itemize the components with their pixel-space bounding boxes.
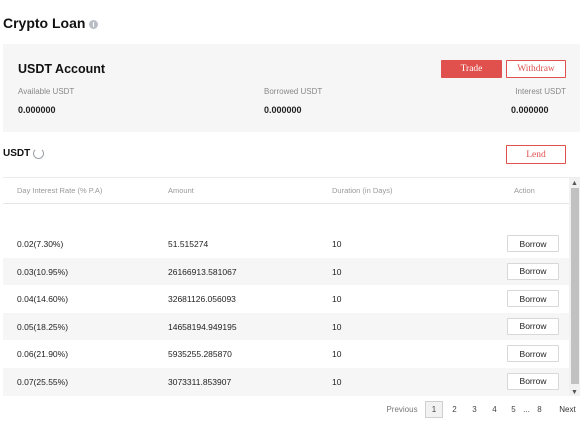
- currency-label: USDT: [3, 148, 31, 159]
- column-header-rate: Day Interest Rate (% P.A): [17, 186, 103, 195]
- info-icon[interactable]: [89, 19, 99, 29]
- table-row: 0.07(25.55%) 3073311.853907 10 Borrow: [3, 367, 569, 396]
- pagination-ellipsis: ...: [523, 405, 530, 414]
- amount-cell: 14658194.949195: [168, 321, 237, 332]
- rate-cell: 0.04(14.60%): [17, 294, 69, 305]
- page-title-text: Crypto Loan: [3, 15, 86, 31]
- amount-cell: 26166913.581067: [168, 266, 237, 277]
- account-title: USDT Account: [18, 62, 106, 76]
- table-header: Day Interest Rate (% P.A) Amount Duratio…: [3, 178, 569, 204]
- scroll-up-arrow-icon[interactable]: ▲: [569, 178, 580, 188]
- pagination-page-5[interactable]: 5: [507, 401, 520, 418]
- duration-cell: 10: [332, 376, 342, 387]
- withdraw-button[interactable]: Withdraw: [506, 60, 566, 78]
- amount-cell: 5935255.285870: [168, 349, 232, 360]
- borrow-button[interactable]: Borrow: [507, 317, 559, 335]
- loan-table: Day Interest Rate (% P.A) Amount Duratio…: [3, 177, 580, 396]
- amount-cell: 51.515274: [168, 239, 209, 249]
- pagination-previous[interactable]: Previous: [384, 401, 420, 418]
- borrow-button[interactable]: Borrow: [507, 372, 559, 390]
- rate-cell: 0.05(18.25%): [17, 321, 69, 332]
- rate-cell: 0.02(7.30%): [17, 239, 64, 249]
- available-usdt-label: Available USDT: [18, 87, 75, 96]
- column-header-action: Action: [514, 186, 535, 195]
- table-row: 0.06(21.90%) 5935255.285870 10 Borrow: [3, 340, 569, 368]
- pagination-page-4[interactable]: 4: [488, 401, 501, 418]
- available-usdt-value: 0.000000: [18, 105, 56, 115]
- rate-cell: 0.07(25.55%): [17, 376, 69, 387]
- table-row: 0.02(7.30%) 51.515274 10 Borrow: [3, 230, 569, 258]
- duration-cell: 10: [332, 239, 342, 249]
- amount-cell: 3073311.853907: [168, 376, 232, 387]
- borrow-button[interactable]: Borrow: [507, 235, 559, 252]
- pagination-page-8[interactable]: 8: [533, 401, 546, 418]
- table-body: 0.02(7.30%) 51.515274 10 Borrow 0.03(10.…: [3, 230, 569, 396]
- rate-cell: 0.03(10.95%): [17, 266, 69, 277]
- borrowed-usdt-value: 0.000000: [264, 105, 302, 115]
- column-header-amount: Amount: [168, 186, 194, 195]
- interest-usdt-label: Interest USDT: [515, 87, 566, 96]
- borrow-button[interactable]: Borrow: [507, 290, 559, 308]
- duration-cell: 10: [332, 321, 342, 332]
- pagination-page-3[interactable]: 3: [468, 401, 481, 418]
- account-card: USDT Account Trade Withdraw Available US…: [3, 44, 580, 132]
- currency-heading: USDT: [3, 148, 45, 159]
- table-scrollbar[interactable]: ▲ ▼: [569, 178, 580, 396]
- scrollbar-thumb[interactable]: [571, 188, 579, 384]
- table-row: 0.03(10.95%) 26166913.581067 10 Borrow: [3, 257, 569, 286]
- refresh-icon[interactable]: [33, 148, 45, 159]
- table-row: 0.04(14.60%) 32681126.056093 10 Borrow: [3, 285, 569, 313]
- scroll-down-arrow-icon[interactable]: ▼: [569, 387, 580, 396]
- page-title: Crypto Loan: [3, 15, 99, 31]
- table-row: 0.05(18.25%) 14658194.949195 10 Borrow: [3, 312, 569, 341]
- borrowed-usdt-label: Borrowed USDT: [264, 87, 323, 96]
- pagination-page-1[interactable]: 1: [425, 401, 443, 418]
- pagination-next[interactable]: Next: [555, 401, 580, 418]
- amount-cell: 32681126.056093: [168, 294, 236, 305]
- interest-usdt-value: 0.000000: [511, 105, 549, 115]
- trade-button[interactable]: Trade: [441, 60, 502, 78]
- column-header-duration: Duration (in Days): [332, 186, 393, 195]
- borrow-button[interactable]: Borrow: [507, 345, 559, 363]
- duration-cell: 10: [332, 349, 342, 360]
- duration-cell: 10: [332, 266, 342, 277]
- duration-cell: 10: [332, 294, 342, 305]
- rate-cell: 0.06(21.90%): [17, 349, 69, 360]
- lend-button[interactable]: Lend: [506, 145, 566, 164]
- borrow-button[interactable]: Borrow: [507, 262, 559, 280]
- pagination-page-2[interactable]: 2: [448, 401, 461, 418]
